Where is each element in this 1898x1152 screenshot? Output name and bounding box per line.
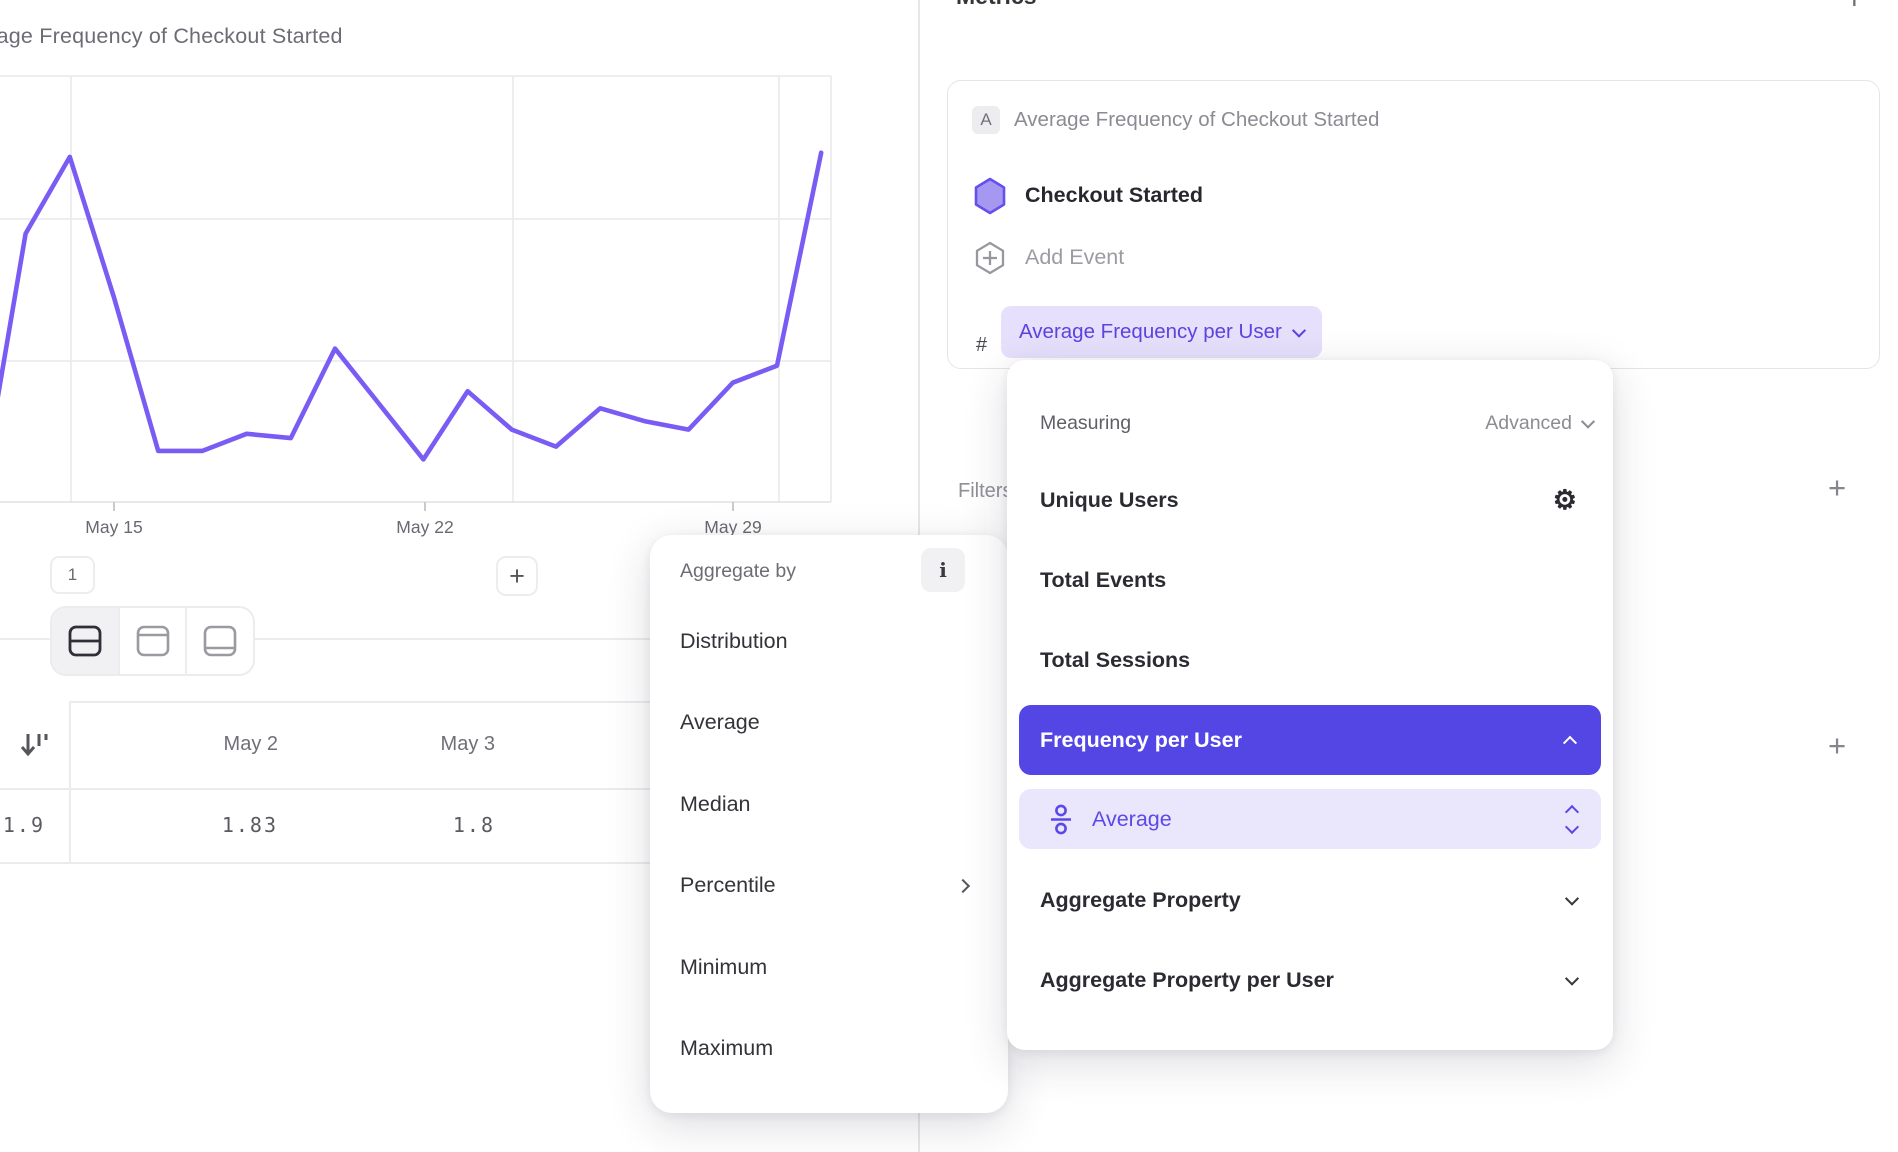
layout-split-rows-button[interactable] [52,608,120,674]
x-axis-tick-label: May 29 [704,517,761,537]
menu-item-total-sessions[interactable]: Total Sessions [1019,628,1601,692]
measuring-label: Measuring [1040,412,1131,435]
chevron-down-icon [1565,892,1579,906]
chevron-up-icon [1563,736,1577,750]
value-cell: 1.83 [69,788,302,862]
menu-item-label: Median [680,792,751,817]
menu-item-total-events[interactable]: Total Events [1019,548,1601,612]
chevron-down-icon [1565,972,1579,986]
event-hexagon-icon [973,177,1007,215]
menu-item-label: Frequency per User [1040,728,1242,753]
bottom-panel-icon [199,620,241,662]
page-badge[interactable]: 1 [50,556,95,594]
chevron-down-icon [1292,324,1306,338]
gear-icon[interactable]: ⚙ [1553,485,1577,516]
menu-item-label: Total Sessions [1040,648,1190,673]
top-panel-icon [132,620,174,662]
filters-section-title: Filters [958,480,1012,503]
add-metric-button[interactable]: + [1845,0,1864,17]
menu-item-label: Minimum [680,955,767,980]
frequency-line-series[interactable] [0,153,821,494]
add-breakdown-button[interactable]: + [1828,728,1846,764]
column-header-may-3[interactable]: May 3 [302,701,519,788]
menu-item-label: Maximum [680,1036,773,1061]
menu-item-minimum[interactable]: Minimum [650,936,1008,998]
chevron-down-icon [1581,415,1595,429]
menu-item-label: Total Events [1040,568,1166,593]
menu-item-label: Distribution [680,629,788,654]
metric-letter-badge: A [972,106,1000,134]
chevron-right-icon [956,878,970,892]
x-axis-tick-label: May 15 [85,517,142,537]
event-selector[interactable]: Checkout Started [1025,177,1203,213]
metric-card: A Average Frequency of Checkout Started … [947,80,1880,369]
menu-item-unique-users[interactable]: Unique Users ⚙ [1019,468,1601,532]
add-chart-button[interactable]: + [496,556,538,596]
menu-item-percentile[interactable]: Percentile [650,855,1008,917]
menu-subitem-average[interactable]: Average [1019,789,1601,849]
add-filter-button[interactable]: + [1828,470,1846,506]
aggregate-by-header: Aggregate by [680,549,796,593]
value-cell: 1.8 [302,788,519,862]
menu-item-label: Aggregate Property per User [1040,968,1334,993]
measurement-dropdown-label: Average Frequency per User [1019,320,1282,344]
menu-item-median[interactable]: Median [650,773,1008,835]
menu-item-label: Aggregate Property [1040,888,1241,913]
menu-item-label: Average [680,710,760,735]
average-divide-icon [1048,804,1075,835]
menu-item-label: Percentile [680,873,776,898]
metrics-section-title: Metrics [956,0,1037,10]
measurement-dropdown[interactable]: Average Frequency per User [1001,306,1322,358]
menu-item-frequency-per-user[interactable]: Frequency per User [1019,705,1601,775]
advanced-toggle-label: Advanced [1485,412,1572,435]
add-event-icon [974,241,1006,275]
layout-switcher [50,606,255,676]
metric-name[interactable]: Average Frequency of Checkout Started [1014,106,1379,134]
measuring-menu: Measuring Advanced Frequency per User Av… [1007,360,1613,1050]
menu-item-distribution[interactable]: Distribution [650,610,1008,672]
split-rows-icon [64,620,106,662]
select-updown-icon [1567,807,1577,832]
numeric-format-icon: # [976,319,987,371]
menu-item-aggregate-property-per-user[interactable]: Aggregate Property per User [1019,948,1601,1012]
menu-item-aggregate-property[interactable]: Aggregate Property [1019,868,1601,932]
aggregate-by-menu: Aggregate by i Distribution Average Median… [650,535,1008,1113]
layout-top-panel-button[interactable] [120,608,188,674]
layout-bottom-panel-button[interactable] [187,608,253,674]
sort-descending-icon [18,728,52,762]
x-axis-tick-label: May 22 [396,517,453,537]
menu-subitem-label: Average [1092,807,1567,832]
menu-item-label: Unique Users [1040,488,1179,513]
menu-item-maximum[interactable]: Maximum [650,1018,1008,1080]
info-button[interactable]: i [921,548,965,592]
column-header-may-2[interactable]: May 2 [69,701,302,788]
advanced-toggle[interactable]: Advanced [1485,412,1593,435]
menu-item-average[interactable]: Average [650,692,1008,754]
overall-value-cell: 1.9 [0,788,69,862]
frequency-line-chart[interactable]: May 15 May 22 May 29 [0,0,918,545]
add-event-button[interactable]: Add Event [1025,241,1124,273]
sort-column-header[interactable] [0,701,69,788]
